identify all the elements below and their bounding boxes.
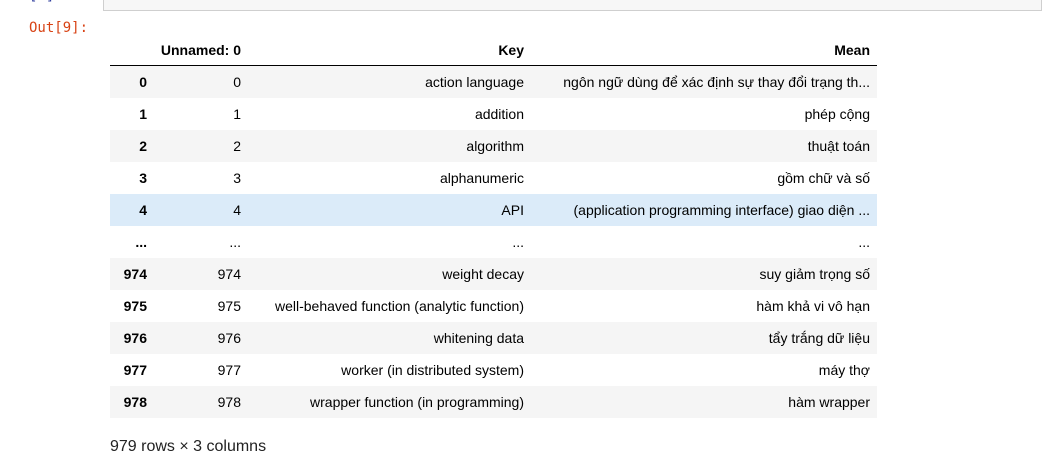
output-prompt: Out[9]:	[29, 20, 89, 36]
table-row: 974 974 weight decay suy giảm trọng số	[110, 258, 877, 290]
cell-mean: máy thợ	[818, 362, 870, 378]
row-index: ...	[135, 234, 147, 250]
dataframe-summary: 979 rows × 3 columns	[110, 438, 267, 455]
row-index: 974	[123, 266, 147, 282]
header-key: Key	[248, 35, 531, 66]
cell-key: action language	[425, 74, 524, 90]
table-body: 0 0 action language ngôn ngữ dùng để xác đị…	[110, 65, 877, 418]
cell-key: algorithm	[466, 138, 524, 154]
cell-key: well-behaved function (analytic function…	[274, 298, 524, 314]
input-prompt: [ ]	[29, 0, 54, 4]
row-index: 976	[123, 330, 147, 346]
table-row: 1 1 addition phép cộng	[110, 98, 877, 130]
cell-key: alphanumeric	[439, 170, 524, 186]
table-row: 0 0 action language ngôn ngữ dùng để xác đị…	[110, 65, 877, 98]
header-index	[110, 35, 154, 66]
cell-unnamed: 974	[217, 266, 241, 282]
table-row: ............	[110, 226, 877, 258]
cell-key: API	[501, 202, 524, 218]
row-index: 2	[139, 138, 147, 154]
cell-mean: (application programming interface) giao…	[573, 202, 871, 218]
previous-cell-input[interactable]	[103, 0, 1042, 11]
cell-mean: ...	[858, 234, 870, 250]
row-index: 4	[139, 202, 147, 218]
cell-mean: phép cộng	[804, 106, 870, 122]
cell-unnamed: 4	[233, 202, 241, 218]
table-row: 978 978 wrapper function (in programming) h…	[110, 386, 877, 418]
row-index: 977	[123, 362, 147, 378]
cell-key: whitening data	[433, 330, 524, 346]
row-index: 0	[139, 74, 147, 90]
cell-key: weight decay	[442, 266, 524, 282]
dataframe-table: Unnamed: 0 Key Mean 0 0 action language ngô…	[110, 35, 877, 418]
cell-mean: ngôn ngữ dùng để xác định sự thay đổi tr…	[563, 74, 870, 90]
cell-unnamed: 978	[217, 394, 241, 410]
cell-mean: hàm khả vi vô hạn	[756, 298, 870, 314]
row-index: 3	[139, 170, 147, 186]
table-row: 4 4 API (application programming interface)…	[110, 194, 877, 226]
header-mean: Mean	[531, 35, 877, 66]
cell-key: addition	[474, 106, 524, 122]
table-row: 3 3 alphanumeric gồm chữ và số	[110, 162, 877, 194]
cell-unnamed: 0	[233, 74, 241, 90]
cell-unnamed: 976	[217, 330, 241, 346]
cell-mean: hàm wrapper	[788, 394, 870, 410]
cell-mean: thuật toán	[807, 138, 870, 154]
row-index: 978	[123, 394, 147, 410]
cell-mean: gồm chữ và số	[777, 170, 870, 186]
row-index: 1	[139, 106, 147, 122]
cell-key: wrapper function (in programming)	[310, 394, 524, 410]
table-row: 976 976 whitening data tẩy trắng dữ liệu	[110, 322, 877, 354]
table-row: 975 975 well-behaved function (analytic fu…	[110, 290, 877, 322]
cell-unnamed: 975	[217, 298, 241, 314]
cell-unnamed: 3	[233, 170, 241, 186]
cell-unnamed: 1	[233, 106, 241, 122]
header-unnamed: Unnamed: 0	[154, 35, 248, 66]
row-index: 975	[123, 298, 147, 314]
cell-mean: suy giảm trọng số	[759, 266, 871, 282]
table-row: 2 2 algorithm thuật toán	[110, 130, 877, 162]
cell-unnamed: ...	[229, 234, 241, 250]
table-header-row: Unnamed: 0 Key Mean	[110, 35, 877, 66]
cell-key: ...	[512, 234, 524, 250]
cell-key: worker (in distributed system)	[341, 362, 524, 378]
cell-unnamed: 977	[217, 362, 241, 378]
cell-unnamed: 2	[233, 138, 241, 154]
table-row: 977 977 worker (in distributed system) máy …	[110, 354, 877, 386]
cell-mean: tẩy trắng dữ liệu	[768, 330, 870, 346]
